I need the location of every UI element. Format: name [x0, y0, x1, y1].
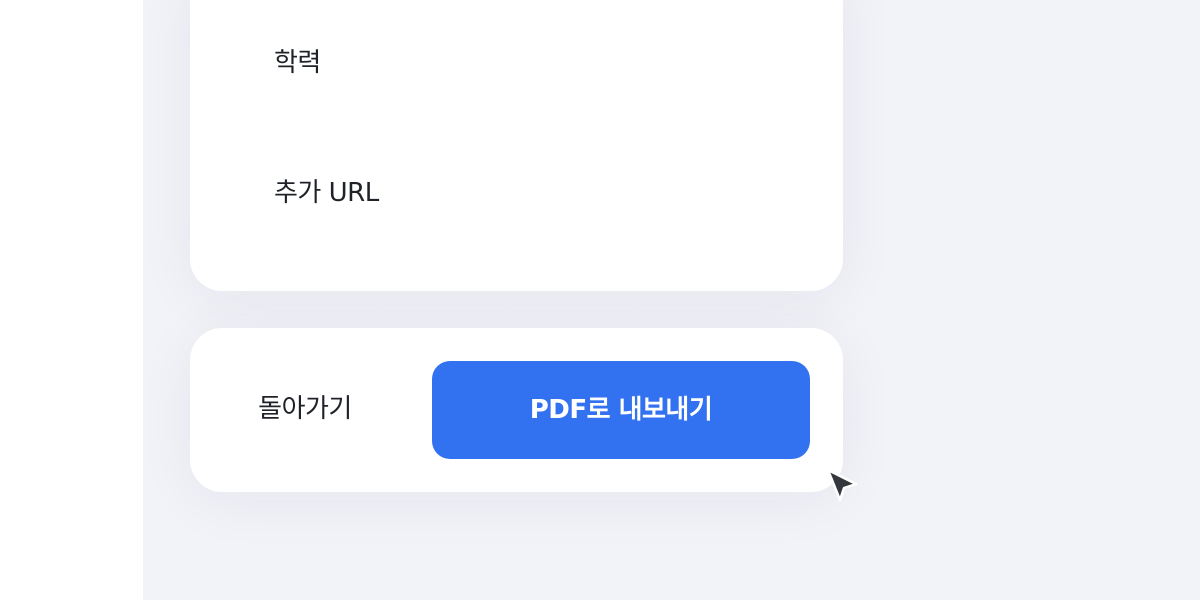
action-bar-card: 돌아가기 PDF로 내보내기 [190, 328, 843, 492]
profile-fields-card: 학력 추가 URL [190, 0, 843, 291]
extra-url-label: 추가 URL [274, 178, 379, 208]
back-button[interactable]: 돌아가기 [230, 376, 380, 442]
mouse-pointer-icon [826, 468, 858, 502]
export-pdf-button[interactable]: PDF로 내보내기 [432, 361, 810, 459]
page: 학력 추가 URL 돌아가기 PDF로 내보내기 [0, 0, 1200, 600]
left-gutter [0, 0, 143, 600]
education-label: 학력 [274, 48, 321, 78]
